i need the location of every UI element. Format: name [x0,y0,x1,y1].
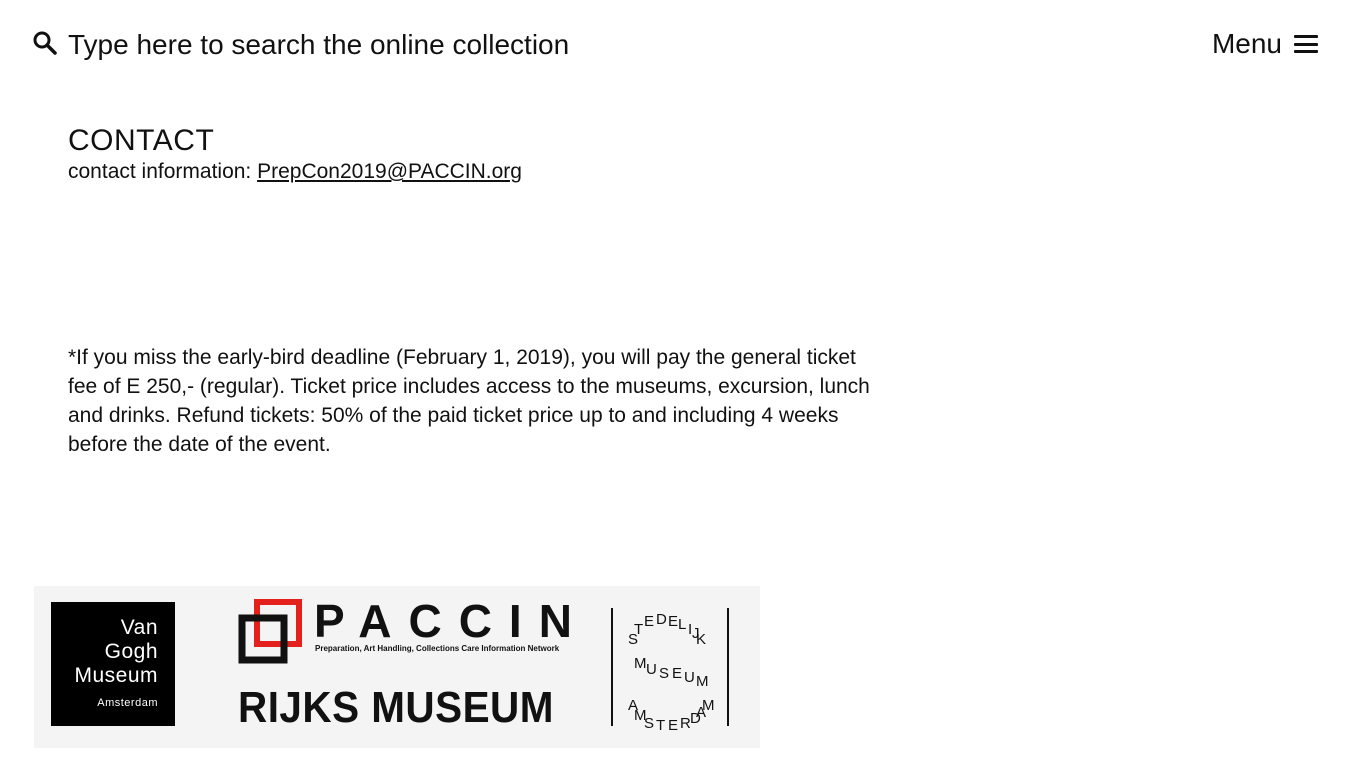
contact-label: contact information: [68,160,258,183]
search-input[interactable] [68,27,768,63]
stedelijk-letter-word1: E [644,613,654,630]
top-bar: Menu [0,0,1350,90]
partner-logos: Van Gogh Museum Amsterdam PACCIN Prepara… [34,586,760,748]
stedelijk-letter-word2: M [634,655,647,672]
logo-divider-left [611,608,613,726]
van-gogh-logo-name: Van Gogh Museum [74,616,158,687]
stedelijk-letter-word1: D [656,611,667,628]
menu-button[interactable]: Menu [1212,26,1318,62]
search-icon[interactable] [33,31,57,55]
stedelijk-letter-word3: T [656,717,665,732]
contact-info: contact information: PrepCon2019@PACCIN.… [68,160,522,184]
ticket-footnote: *If you miss the early-bird deadline (Fe… [68,346,870,456]
stedelijk-museum-logo: ST E D E L I JKM U S E U MAMS T E R DAM [628,611,715,732]
hamburger-icon [1294,35,1318,53]
stedelijk-letter-word3: E [668,717,678,732]
contact-heading: CONTACT [68,124,215,157]
stedelijk-letter-word3: S [644,715,654,732]
stedelijk-letter-word1: T [634,621,643,638]
stedelijk-letter-word3: M [702,697,715,714]
logo-divider-right [727,608,729,726]
stedelijk-letter-word2: M [696,673,709,690]
menu-label: Menu [1211,28,1282,59]
paccin-logo-subtitle: Preparation, Art Handling, Collections C… [315,644,560,653]
stedelijk-letter-word2: U [684,669,695,686]
paccin-logo-name: PACCIN [314,595,589,647]
contact-email-link[interactable]: PrepCon2019@PACCIN.org [257,160,522,183]
van-gogh-museum-logo: Van Gogh Museum Amsterdam [51,602,175,726]
rijksmuseum-logo: RIJKS MUSEUM [238,683,554,732]
stedelijk-letter-word2: S [659,665,669,682]
stedelijk-letter-word1: K [696,631,706,648]
paccin-mark-icon [238,599,302,664]
stedelijk-letter-word1: E [668,613,678,630]
van-gogh-logo-city: Amsterdam [97,697,158,709]
stedelijk-letter-word2: U [646,661,657,678]
stedelijk-letter-word2: E [672,665,682,682]
stedelijk-letter-word1: L [678,616,686,633]
